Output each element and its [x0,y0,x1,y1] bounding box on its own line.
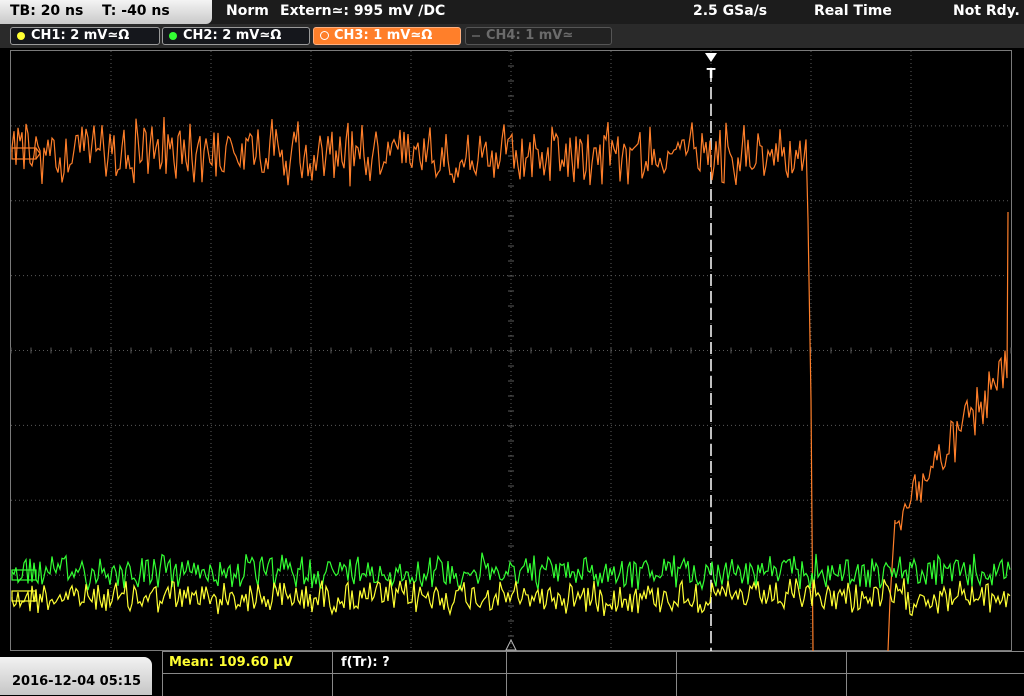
measurement-cell-3[interactable] [506,652,676,696]
measurement-cell-4[interactable] [676,652,846,696]
measurement-frequency: f(Tr): ? [341,655,390,670]
measurement-cell-2[interactable]: f(Tr): ? [332,652,506,696]
measurement-panel[interactable]: Mean: 109.60 µV f(Tr): ? [162,651,1024,696]
date-time-display: 2016-12-04 05:15 [0,657,152,695]
measurement-mean: Mean: 109.60 µV [169,655,293,670]
trigger-position-marker-icon[interactable] [705,53,717,62]
footer-bar: 2016-12-04 05:15 Mean: 109.60 µV f(Tr): … [0,651,1024,696]
date-time-text: 2016-12-04 05:15 [12,674,142,689]
waveform-canvas: T [10,50,1012,652]
measurement-cell-1[interactable]: Mean: 109.60 µV [162,652,332,696]
trigger-marker-label: T [707,67,716,82]
measurement-cell-5[interactable] [846,652,1024,696]
horizontal-position-marker-icon[interactable] [505,638,517,651]
